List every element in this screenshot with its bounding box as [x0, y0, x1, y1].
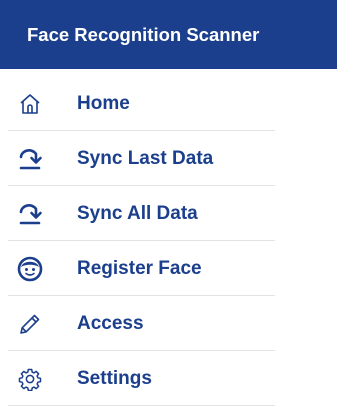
sync-arrow-icon [17, 146, 43, 172]
home-icon [17, 91, 43, 117]
gear-icon [17, 366, 43, 392]
menu-item-sync-all-data[interactable]: Sync All Data [0, 186, 337, 241]
menu-item-label: Access [77, 312, 144, 334]
menu-item-label: Sync Last Data [77, 147, 214, 169]
drawer-header: Face Recognition Scanner [0, 0, 337, 69]
menu-item-register-face[interactable]: Register Face [0, 241, 337, 296]
navigation-drawer: Face Recognition Scanner Home Sync Last … [0, 0, 337, 408]
app-title: Face Recognition Scanner [27, 23, 260, 45]
sync-arrow-icon [17, 201, 43, 227]
menu-item-access[interactable]: Access [0, 296, 337, 351]
menu-item-home[interactable]: Home [0, 76, 337, 131]
menu-item-sync-last-data[interactable]: Sync Last Data [0, 131, 337, 186]
menu-item-label: Sync All Data [77, 202, 198, 224]
menu-item-label: Settings [77, 367, 152, 389]
pencil-icon [17, 311, 43, 337]
menu-item-settings[interactable]: Settings [0, 351, 337, 406]
menu-item-label: Register Face [77, 257, 202, 279]
menu-item-label: Home [77, 92, 130, 114]
drawer-menu: Home Sync Last Data Sync All Data Regist… [0, 76, 337, 406]
face-icon [17, 256, 43, 282]
divider [8, 405, 275, 406]
